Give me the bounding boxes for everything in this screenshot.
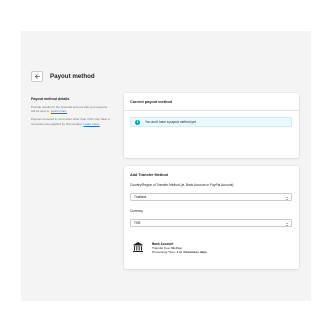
sidebar-paragraph-2: Payouts received in currencies other tha… [31, 117, 111, 125]
country-label: Country/Region of Transfer Method (ie. B… [130, 183, 234, 187]
bank-icon [133, 242, 143, 252]
sidebar-title: Payout method details [31, 97, 70, 101]
sidebar-paragraph-1: Provide details for the financial accoun… [31, 105, 111, 113]
country-select[interactable]: Thailand [130, 193, 292, 201]
currency-select[interactable]: THB [130, 219, 292, 227]
card-divider [124, 110, 299, 111]
processing-time-label: Processing Time: [152, 250, 176, 255]
country-select-value: Thailand [134, 195, 147, 199]
page-header: Payout method [31, 71, 95, 82]
add-transfer-card: Add Transfer Method Country/Region of Tr… [124, 166, 299, 269]
back-button[interactable] [31, 71, 43, 82]
learn-more-link-2[interactable]: Learn more. [84, 122, 100, 126]
processing-time-value: 1 to 4 business days [176, 250, 207, 255]
page-frame: Payout method Payout method details Prov… [21, 31, 311, 301]
bank-account-option[interactable]: Bank Account Transfer Fee: No Fee Proces… [132, 241, 207, 255]
sidebar-paragraph-1-text: Provide details for the financial accoun… [31, 105, 108, 114]
learn-more-link-1[interactable]: Learn more. [51, 109, 67, 113]
arrow-left-icon [34, 74, 40, 79]
select-caret-icon [285, 196, 289, 200]
info-banner: i You don't have a payout method yet. [130, 117, 292, 127]
sidebar-description: Payout method details Provide details fo… [31, 97, 111, 130]
currency-select-value: THB [134, 221, 141, 225]
bank-account-details: Bank Account Transfer Fee: No Fee Proces… [152, 242, 207, 255]
current-payout-title: Current payout method [130, 100, 172, 104]
info-icon: i [135, 119, 140, 125]
add-transfer-title: Add Transfer Method [130, 173, 168, 177]
processing-time: Processing Time: 1 to 4 business days [152, 250, 207, 254]
currency-label: Currency [130, 209, 143, 213]
current-payout-card: Current payout method i You don't have a… [124, 93, 299, 158]
select-caret-icon [285, 222, 289, 226]
banner-text: You don't have a payout method yet. [145, 120, 197, 124]
page-title: Payout method [50, 73, 95, 80]
